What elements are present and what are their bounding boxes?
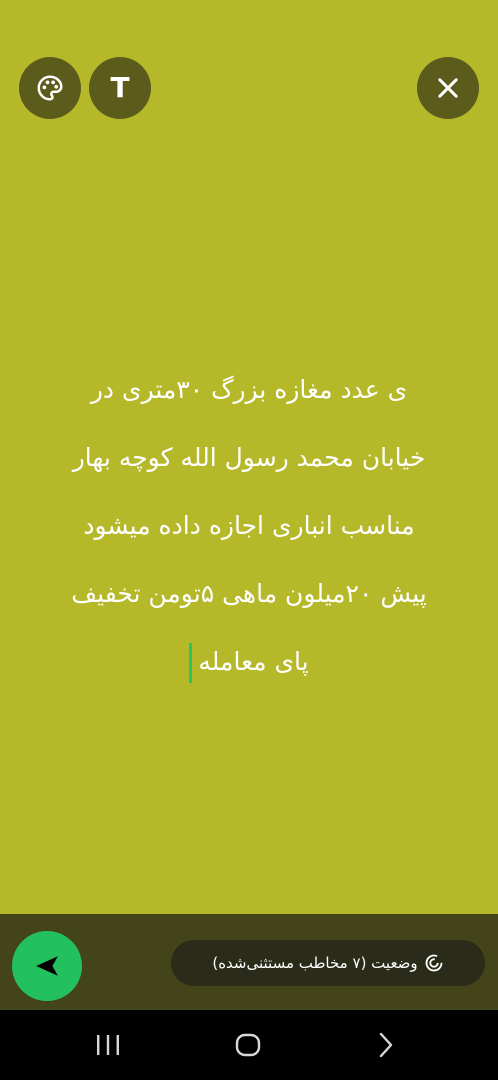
status-text-line: ی عدد مغازه بزرگ ۳۰متری در xyxy=(90,375,408,404)
status-text-line-last: پای معامله xyxy=(24,628,474,696)
status-text-editor[interactable]: ی عدد مغازه بزرگ ۳۰متری در خیابان محمد ر… xyxy=(24,356,474,696)
bottom-bar: وضعیت (۷ مخاطب مستثنی‌شده) xyxy=(0,914,498,1010)
send-icon xyxy=(36,956,58,976)
close-button[interactable] xyxy=(417,57,479,119)
close-icon xyxy=(438,78,458,98)
home-button[interactable] xyxy=(228,1027,268,1063)
back-icon xyxy=(379,1032,393,1058)
status-canvas[interactable]: T ی عدد مغازه بزرگ ۳۰متری در خیابان محمد… xyxy=(0,0,498,914)
send-button[interactable] xyxy=(12,931,82,1001)
text-style-button[interactable]: T xyxy=(89,57,151,119)
back-button[interactable] xyxy=(366,1027,406,1063)
privacy-label: وضعیت (۷ مخاطب مستثنی‌شده) xyxy=(212,954,418,972)
recents-icon xyxy=(97,1035,119,1055)
recent-apps-button[interactable] xyxy=(88,1027,128,1063)
status-text-line: مناسب انباری اجازه داده میشود xyxy=(83,511,415,540)
home-icon xyxy=(235,1033,261,1057)
privacy-status-icon xyxy=(425,954,443,972)
text-icon: T xyxy=(110,71,130,104)
status-text-line: پیش ۲۰میلون ماهی ۵تومن تخفیف xyxy=(71,579,427,608)
status-text-line: خیابان محمد رسول الله کوچه بهار xyxy=(72,443,426,472)
system-navigation-bar xyxy=(0,1010,498,1080)
palette-icon xyxy=(37,75,63,101)
palette-button[interactable] xyxy=(19,57,81,119)
text-cursor xyxy=(189,643,193,683)
privacy-settings-button[interactable]: وضعیت (۷ مخاطب مستثنی‌شده) xyxy=(171,940,485,986)
status-text-line: پای معامله xyxy=(198,647,309,676)
